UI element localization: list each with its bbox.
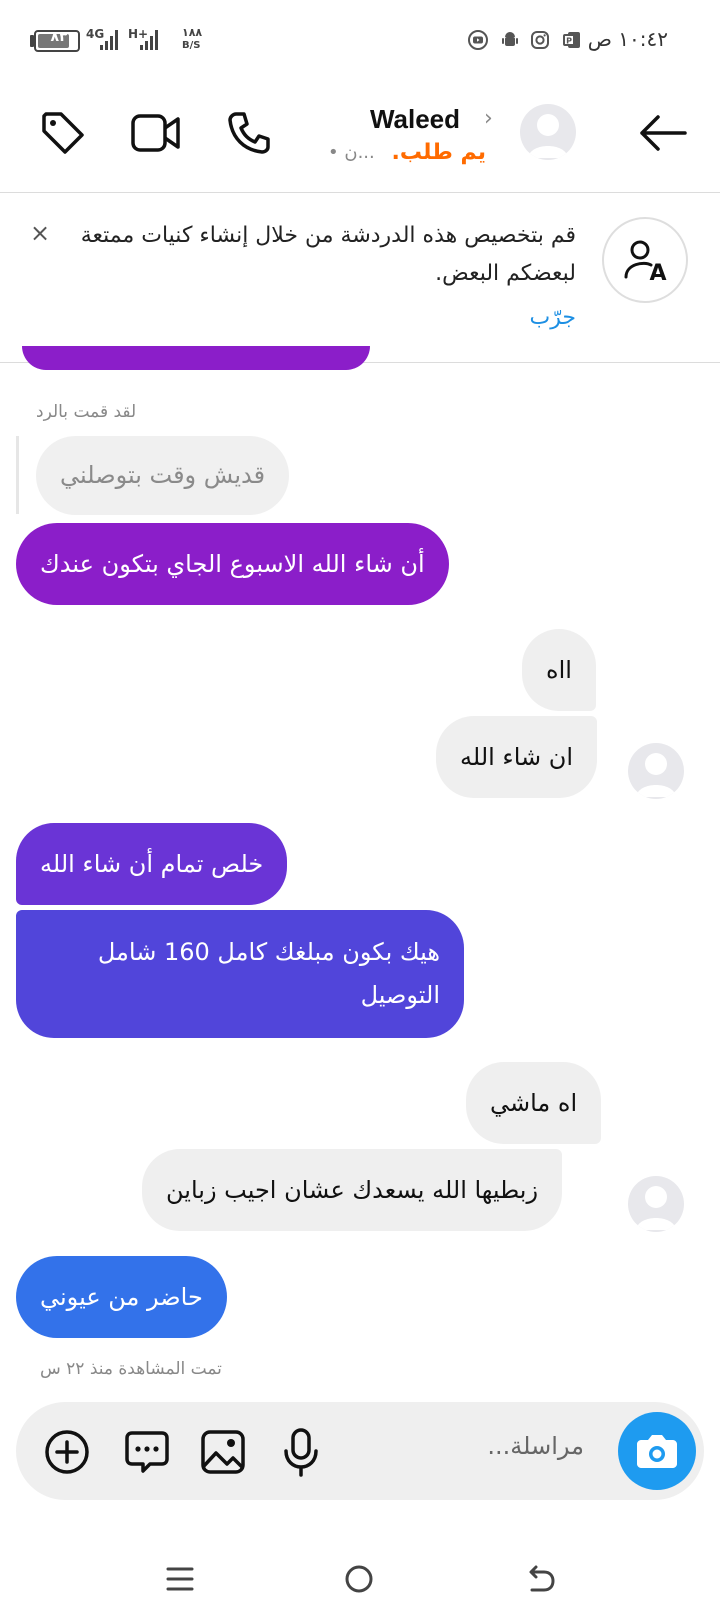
svg-text:A: A xyxy=(649,261,666,286)
back-arrow-icon[interactable] xyxy=(638,114,688,152)
default-avatar-icon xyxy=(636,753,676,797)
banner-text: قم بتخصيص هذه الدردشة من خلال إنشاء كنيا… xyxy=(80,223,576,286)
menu-icon[interactable] xyxy=(166,1566,194,1592)
system-nav-bar xyxy=(0,1540,720,1612)
message-bubble-outgoing[interactable]: حاضر من عيوني xyxy=(16,1256,227,1338)
reply-label: لقد قمت بالرد xyxy=(36,402,137,422)
microphone-icon[interactable] xyxy=(282,1427,320,1477)
message-bubble-incoming[interactable]: اه ماشي xyxy=(466,1062,602,1144)
message-bubble-outgoing[interactable]: هيك بكون مبلغك كامل 160 شامل التوصيل xyxy=(16,910,464,1038)
sender-avatar[interactable] xyxy=(628,743,684,799)
person-letter-a-icon: A xyxy=(624,240,667,286)
chat-bubble-icon[interactable] xyxy=(124,1429,170,1475)
default-avatar-icon xyxy=(528,114,568,158)
message-bubble-outgoing[interactable]: أن شاء الله الاسبوع الجاي بتكون عندك xyxy=(16,523,449,605)
youtube-icon xyxy=(468,30,488,50)
home-circle-icon[interactable] xyxy=(344,1564,374,1594)
close-icon[interactable]: × xyxy=(30,219,50,247)
nickname-icon: A xyxy=(602,217,688,303)
default-avatar-icon xyxy=(636,1186,676,1230)
sender-avatar[interactable] xyxy=(628,1176,684,1232)
add-circle-icon[interactable] xyxy=(44,1429,90,1475)
back-icon[interactable] xyxy=(526,1564,556,1594)
net-speed-value: ١٨٨ xyxy=(182,26,203,39)
instagram-icon xyxy=(531,31,549,49)
message-bubble-incoming[interactable]: ااه xyxy=(522,629,596,711)
status-bar: ٨٣ 4G H+ ١٨٨ B/S P ١٠:٤٢ ص xyxy=(0,0,720,80)
contact-subtitle: .يم طلب xyxy=(391,140,486,165)
camera-button[interactable] xyxy=(618,1412,696,1490)
seen-status: تمت المشاهدة منذ ٢٢ س xyxy=(40,1359,222,1379)
android-icon xyxy=(502,32,518,46)
app-notification-icon: P xyxy=(563,32,580,48)
battery-percent: ٨٣ xyxy=(50,29,68,45)
gallery-icon[interactable] xyxy=(200,1429,246,1475)
net-speed-unit: B/S xyxy=(182,40,201,51)
message-composer[interactable]: مراسلة... xyxy=(16,1402,704,1500)
message-bubble-outgoing[interactable]: خلص تمام أن شاء الله xyxy=(16,823,288,905)
svg-text:P: P xyxy=(566,37,572,46)
contact-status: • ن... xyxy=(328,142,375,163)
signal-icon-2 xyxy=(140,30,158,50)
battery-tip xyxy=(30,35,34,47)
signal-icon xyxy=(100,30,118,50)
video-camera-icon[interactable] xyxy=(130,112,182,154)
message-bubble-partial xyxy=(22,346,370,370)
message-input[interactable]: مراسلة... xyxy=(487,1432,584,1460)
quoted-message[interactable]: قديش وقت بتوصلني xyxy=(36,436,290,515)
tag-icon[interactable] xyxy=(40,110,86,156)
nicknames-banner: × قم بتخصيص هذه الدردشة من خلال إنشاء كن… xyxy=(0,193,720,363)
message-bubble-incoming[interactable]: ان شاء الله xyxy=(436,716,598,798)
status-time: ١٠:٤٢ ص xyxy=(587,27,668,51)
reply-bar xyxy=(16,436,19,514)
camera-icon xyxy=(637,1435,677,1468)
contact-name[interactable]: Waleed xyxy=(370,104,460,135)
chevron-right-icon[interactable]: › xyxy=(484,106,493,131)
contact-avatar[interactable] xyxy=(520,104,576,160)
chat-header: Waleed › .يم طلب • ن... xyxy=(0,80,720,193)
banner-try-link[interactable]: جرّب xyxy=(530,305,576,330)
phone-icon[interactable] xyxy=(226,110,272,156)
message-bubble-incoming[interactable]: زبطيها الله يسعدك عشان اجيب زباين xyxy=(142,1149,563,1231)
